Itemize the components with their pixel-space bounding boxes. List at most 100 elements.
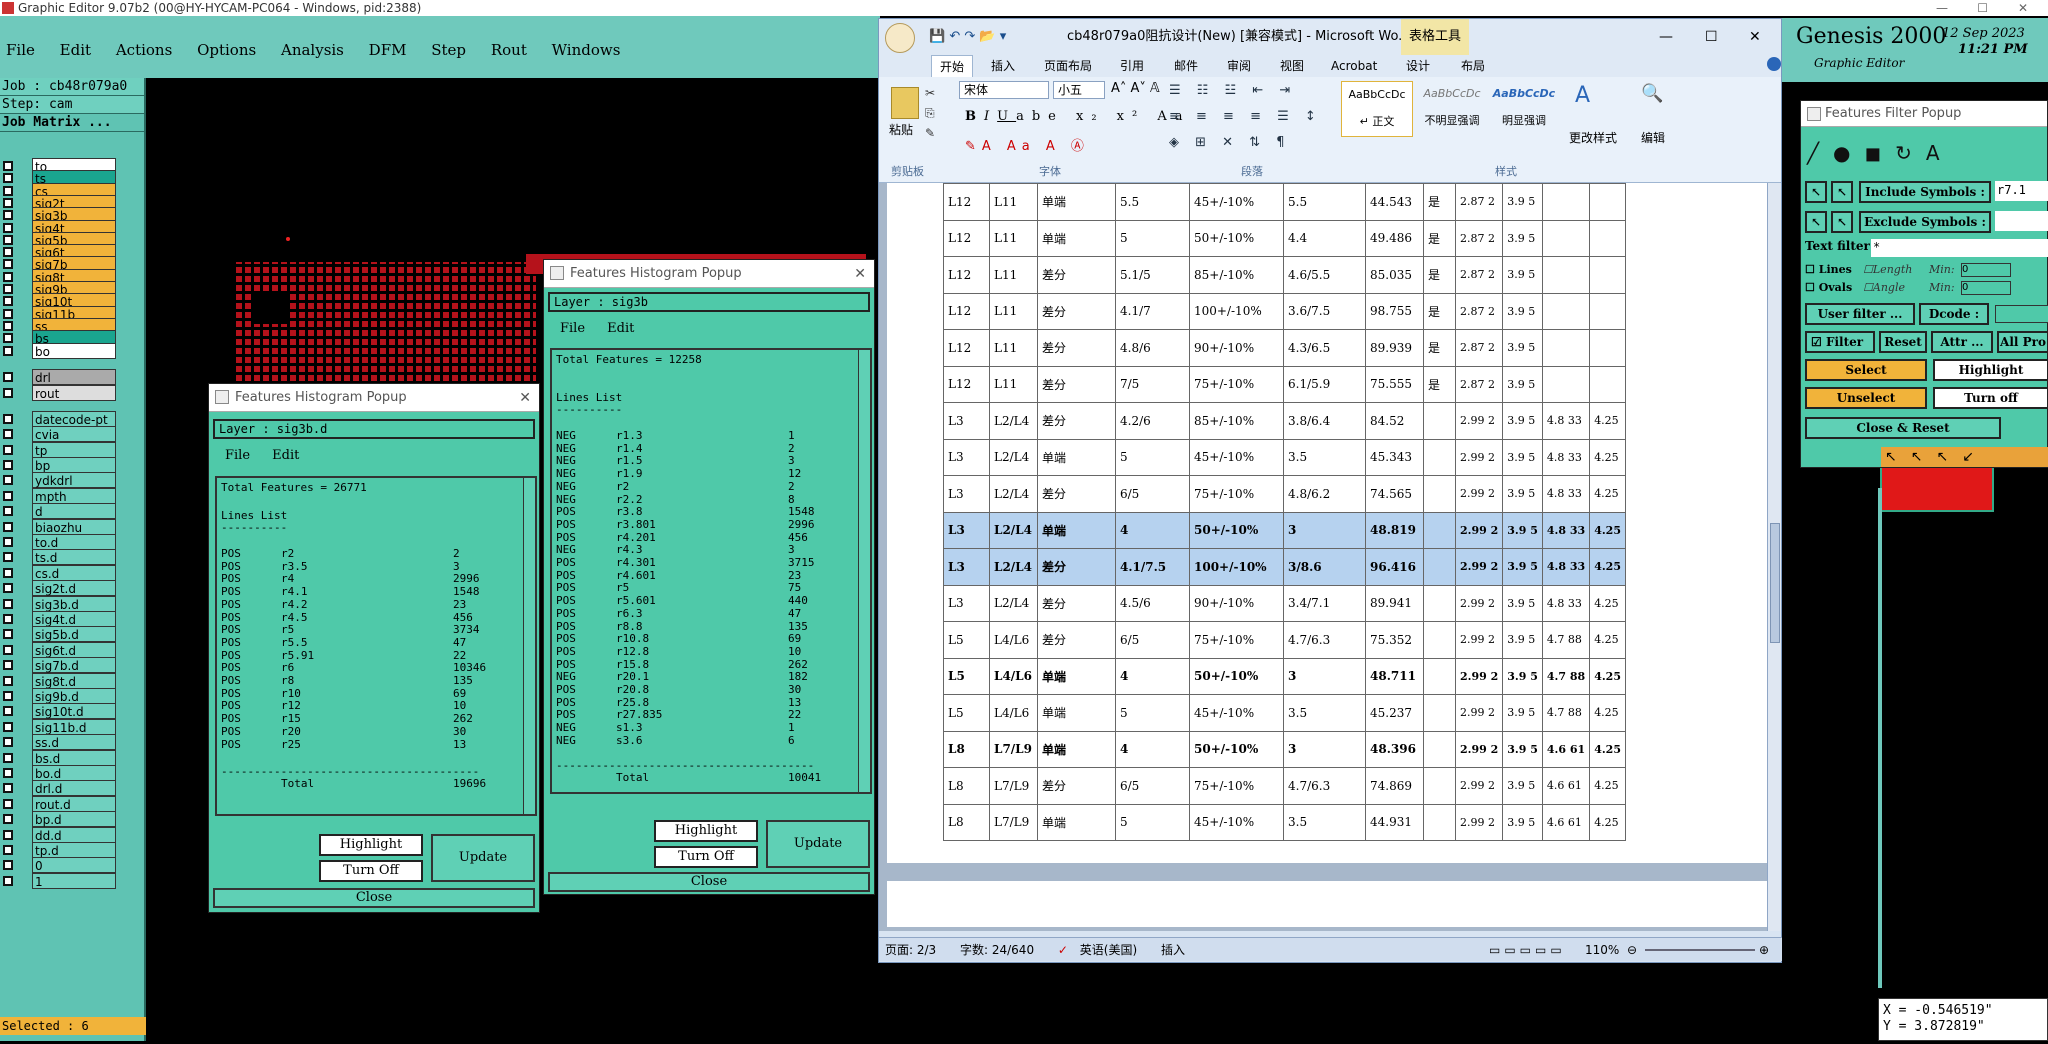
- table-cell[interactable]: [1423, 767, 1456, 805]
- table-cell[interactable]: 3.8/6.4: [1283, 402, 1366, 440]
- layer-row-mpth[interactable]: mpth: [0, 487, 146, 504]
- scrollbar[interactable]: [523, 478, 535, 814]
- table-row[interactable]: L3 L2/L4 差分 4.5/6 90+/-10% 3.4/7.1 89.941 2.99 …: [943, 584, 1626, 622]
- table-cell[interactable]: [1541, 256, 1591, 294]
- table-cell[interactable]: L5: [943, 657, 990, 695]
- table-cell[interactable]: 2.87 2: [1454, 219, 1504, 257]
- table-cell[interactable]: L11: [989, 256, 1038, 294]
- layer-row-dd-d[interactable]: dd.d: [0, 826, 146, 843]
- lines-checkbox[interactable]: ☐ Lines: [1805, 263, 1852, 276]
- table-cell[interactable]: 4.25: [1589, 621, 1626, 659]
- table-cell[interactable]: 6/5: [1115, 475, 1190, 513]
- pad-type-icon[interactable]: ●: [1833, 141, 1864, 165]
- table-cell[interactable]: 3.9 5: [1502, 183, 1543, 221]
- menu-file[interactable]: File: [6, 36, 35, 64]
- close-icon[interactable]: ✕: [854, 260, 866, 288]
- status-page[interactable]: 页面: 2/3: [885, 943, 936, 957]
- table-cell[interactable]: 3.9 5: [1502, 438, 1543, 476]
- exclude-arrow-icon[interactable]: ↖: [1831, 211, 1853, 233]
- layer-row-bs-d[interactable]: bs.d: [0, 749, 146, 766]
- table-cell[interactable]: [1423, 438, 1456, 476]
- table-cell[interactable]: 2.99 2: [1454, 767, 1504, 805]
- table-cell[interactable]: 4.25: [1589, 548, 1626, 586]
- table-cell[interactable]: 3.9 5: [1502, 402, 1543, 440]
- table-cell[interactable]: 3: [1283, 657, 1366, 695]
- include-symbols-input[interactable]: r7.1: [1995, 181, 2048, 201]
- close-icon[interactable]: ✕: [2018, 0, 2028, 16]
- layer-checkbox[interactable]: [3, 475, 13, 486]
- table-cell[interactable]: 4.8 33: [1541, 548, 1591, 586]
- table-cell[interactable]: 6/5: [1115, 767, 1190, 805]
- table-cell[interactable]: 100+/-10%: [1189, 548, 1284, 586]
- dcode-button[interactable]: Dcode :: [1919, 303, 1989, 325]
- minimize-icon[interactable]: —: [1659, 19, 1673, 55]
- layer-name[interactable]: sig7b.d: [32, 657, 116, 674]
- layer-name[interactable]: bp.d: [32, 811, 116, 828]
- tab-review[interactable]: 审阅: [1227, 55, 1251, 77]
- table-cell[interactable]: 5: [1115, 438, 1190, 476]
- zoom-out-icon[interactable]: ⊖: [1627, 938, 1637, 962]
- view-buttons[interactable]: ▭▭▭▭▭: [1489, 938, 1566, 962]
- scroll-thumb[interactable]: [1770, 523, 1780, 643]
- table-row[interactable]: L8 L7/L9 单端 5 45+/-10% 3.5 44.931 2.99 2 3.9 5 4.…: [943, 803, 1626, 841]
- surface-type-icon[interactable]: ◼: [1865, 141, 1896, 165]
- table-cell[interactable]: 6/5: [1115, 621, 1190, 659]
- table-cell[interactable]: [1589, 219, 1626, 257]
- table-cell[interactable]: L11: [989, 183, 1038, 221]
- table-row[interactable]: L5 L4/L6 单端 4 50+/-10% 3 48.711 2.99 2 3.9 5 4.7 …: [943, 657, 1626, 695]
- menu-options[interactable]: Options: [197, 36, 256, 64]
- table-cell[interactable]: 4.6 61: [1541, 767, 1591, 805]
- layer-checkbox[interactable]: [3, 629, 13, 640]
- layer-name[interactable]: datecode-pt: [32, 410, 116, 427]
- table-cell[interactable]: 100+/-10%: [1189, 292, 1284, 330]
- table-cell[interactable]: 4.6 61: [1541, 803, 1591, 841]
- table-cell[interactable]: 2.99 2: [1454, 475, 1504, 513]
- update-button[interactable]: Update: [431, 834, 535, 882]
- ovals-checkbox[interactable]: ☐ Ovals: [1805, 281, 1852, 294]
- table-cell[interactable]: L11: [989, 329, 1038, 367]
- table-cell[interactable]: 2.99 2: [1454, 657, 1504, 695]
- table-cell[interactable]: 45+/-10%: [1189, 438, 1284, 476]
- table-cell[interactable]: 3.9 5: [1502, 657, 1543, 695]
- maximize-icon[interactable]: ☐: [1705, 19, 1718, 55]
- table-cell[interactable]: 2.99 2: [1454, 511, 1504, 549]
- tab-insert[interactable]: 插入: [991, 55, 1015, 77]
- table-cell[interactable]: 89.941: [1365, 584, 1424, 622]
- menu-step[interactable]: Step: [431, 36, 466, 64]
- table-cell[interactable]: 49.486: [1365, 219, 1424, 257]
- table-cell[interactable]: 4.7 88: [1541, 621, 1591, 659]
- table-cell[interactable]: 差分: [1037, 329, 1116, 367]
- layer-row-tp-d[interactable]: tp.d: [0, 842, 146, 858]
- table-cell[interactable]: 3.9 5: [1502, 256, 1543, 294]
- table-cell[interactable]: 2.99 2: [1454, 621, 1504, 659]
- table-cell[interactable]: 2.99 2: [1454, 730, 1504, 768]
- layer-checkbox[interactable]: [3, 345, 13, 356]
- table-row[interactable]: L12 L11 单端 5.5 45+/-10% 5.5 44.543 是 2.87 2 3.9 5: [943, 183, 1626, 221]
- table-row[interactable]: L5 L4/L6 单端 5 45+/-10% 3.5 45.237 2.99 2 3.9 5 4.…: [943, 694, 1626, 732]
- table-cell[interactable]: L11: [989, 219, 1038, 257]
- table-cell[interactable]: L4/L6: [989, 694, 1038, 732]
- include-symbols-button[interactable]: Include Symbols :: [1859, 181, 1991, 203]
- table-cell[interactable]: 差分: [1037, 767, 1116, 805]
- table-cell[interactable]: 4.25: [1589, 438, 1626, 476]
- font-grow-shrink[interactable]: A˄ A˅ 𝔸: [1111, 81, 1160, 96]
- table-cell[interactable]: 2.99 2: [1454, 694, 1504, 732]
- angle-min-input[interactable]: 0: [1961, 281, 2011, 295]
- layer-name[interactable]: rout.d: [32, 795, 116, 812]
- table-cell[interactable]: L12: [943, 256, 990, 294]
- paste-label[interactable]: 粘贴: [889, 121, 913, 138]
- zoom-slider[interactable]: [1645, 949, 1755, 951]
- table-cell[interactable]: 44.543: [1365, 183, 1424, 221]
- table-cell[interactable]: 48.819: [1365, 511, 1424, 549]
- table-cell[interactable]: 2.99 2: [1454, 803, 1504, 841]
- table-cell[interactable]: 74.565: [1365, 475, 1424, 513]
- table-row[interactable]: L8 L7/L9 单端 4 50+/-10% 3 48.396 2.99 2 3.9 5 4.6 …: [943, 730, 1626, 768]
- table-cell[interactable]: L4/L6: [989, 621, 1038, 659]
- table-cell[interactable]: L5: [943, 621, 990, 659]
- table-cell[interactable]: 5.5: [1283, 183, 1366, 221]
- menu-edit[interactable]: Edit: [607, 321, 634, 336]
- table-cell[interactable]: 3.9 5: [1502, 730, 1543, 768]
- layer-checkbox[interactable]: [3, 387, 13, 398]
- style-normal[interactable]: AaBbCcDc ↵ 正文: [1341, 81, 1413, 137]
- layer-name[interactable]: ss.d: [32, 734, 116, 751]
